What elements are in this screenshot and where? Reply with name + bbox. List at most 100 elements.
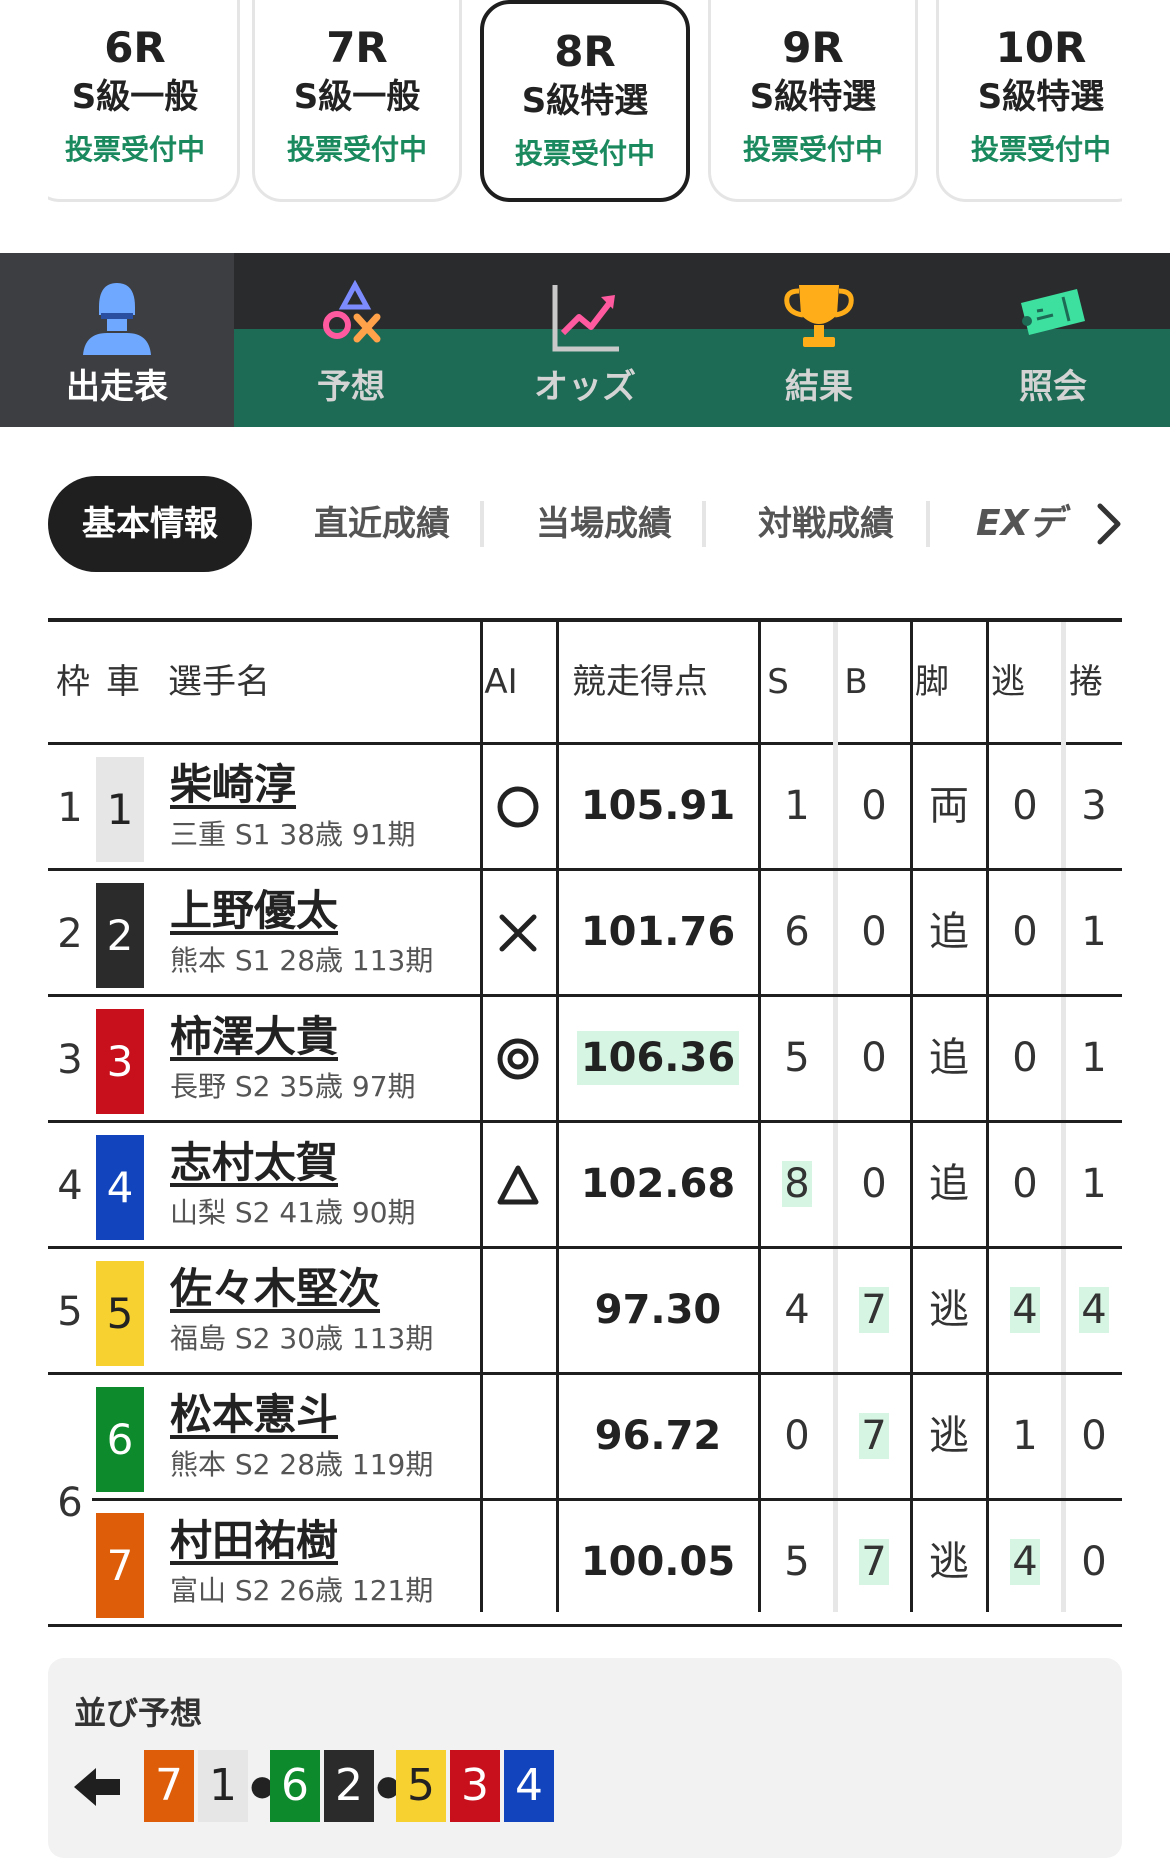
table-row[interactable]: 5 5 佐々木堅次 福島 S2 30歳 113期 97.30 4 7 逃 4 4 <box>48 1249 1122 1375</box>
line-car-box: 7 <box>144 1750 194 1822</box>
score-value: 102.68 <box>580 1161 736 1207</box>
race-tab-7r[interactable]: 7R S級一般 投票受付中 <box>252 0 462 202</box>
tab-head-to-head[interactable]: 対戦成績 <box>728 476 924 572</box>
stat-nige: 1 <box>1012 1413 1038 1459</box>
table-row[interactable]: 1 1 柴崎淳 三重 S1 38歳 91期 105.91 1 0 両 0 3 <box>48 745 1122 871</box>
race-class: S級特選 <box>521 81 649 121</box>
stat-makuri: 3 <box>1081 783 1107 829</box>
table-row[interactable]: 4 4 志村太賀 山梨 S2 41歳 90期 102.68 8 0 追 0 1 <box>48 1123 1122 1249</box>
line-separator-dot: ● <box>250 1769 275 1802</box>
nav-item-results[interactable]: 結果 <box>702 253 936 427</box>
nav-item-inquiry[interactable]: 照会 <box>936 253 1170 427</box>
header-b: B <box>844 662 868 702</box>
race-number: 7R <box>326 23 388 72</box>
header-leg: 脚 <box>915 662 949 702</box>
score: 105.91 <box>558 745 758 868</box>
line-car-box: 5 <box>396 1750 446 1822</box>
line-prediction-panel: 並び予想 7 1 ● 6 2 ● 5 3 4 <box>48 1658 1122 1858</box>
rider-name[interactable]: 柴崎淳 <box>170 757 296 813</box>
table-row[interactable]: 7 村田祐樹 富山 S2 26歳 121期 100.05 5 7 逃 4 0 <box>48 1501 1122 1627</box>
tab-ex-data[interactable]: EXデ <box>976 476 1064 572</box>
tab-venue-results[interactable]: 当場成績 <box>506 476 702 572</box>
nav-item-odds[interactable]: オッズ <box>468 253 702 427</box>
stat-nige: 0 <box>1012 1161 1038 1207</box>
race-status: 投票受付中 <box>970 133 1111 166</box>
table-row[interactable]: 6 松本憲斗 熊本 S2 28歳 119期 96.72 0 7 逃 1 0 <box>48 1375 1122 1501</box>
score: 106.36 <box>558 997 758 1120</box>
header-nige: 逃 <box>991 662 1025 702</box>
rider-name[interactable]: 志村太賀 <box>170 1135 338 1191</box>
stat-leg: 追 <box>929 1161 969 1207</box>
race-tab-9r[interactable]: 9R S級特選 投票受付中 <box>708 0 918 202</box>
rider-name[interactable]: 村田祐樹 <box>170 1513 338 1569</box>
nav-label: 予想 <box>317 367 385 407</box>
tab-basic-info[interactable]: 基本情報 <box>48 476 252 572</box>
stat-highlight: 7 <box>859 1287 889 1333</box>
tab-recent-results[interactable]: 直近成績 <box>284 476 480 572</box>
racer-helmet-icon <box>83 283 151 355</box>
score: 97.30 <box>558 1249 758 1372</box>
stat-s: 4 <box>784 1287 810 1333</box>
header-name: 選手名 <box>168 662 270 702</box>
race-status: 投票受付中 <box>64 133 205 166</box>
stat-s: 5 <box>784 1539 810 1585</box>
race-status: 投票受付中 <box>286 133 427 166</box>
race-class: S級一般 <box>293 77 421 117</box>
header-score: 競走得点 <box>572 662 708 702</box>
header-waku: 枠 <box>56 662 90 702</box>
race-tab-6r[interactable]: 6R S級一般 投票受付中 <box>48 0 240 202</box>
stat-makuri: 0 <box>1081 1539 1107 1585</box>
nav-label: 結果 <box>785 367 853 407</box>
score: 101.76 <box>558 871 758 994</box>
header-car: 車 <box>106 662 140 702</box>
nav-item-entries[interactable]: 出走表 <box>0 253 234 427</box>
line-car-box: 6 <box>270 1750 320 1822</box>
stat-leg: 追 <box>929 1035 969 1081</box>
arrow-left-icon <box>74 1768 120 1806</box>
tab-divider <box>480 501 484 547</box>
line-car-box: 3 <box>450 1750 500 1822</box>
score: 100.05 <box>558 1501 758 1624</box>
car-number: 1 <box>96 757 144 862</box>
nav-item-prediction[interactable]: 予想 <box>234 253 468 427</box>
rider-name[interactable]: 柿澤大貴 <box>170 1009 338 1065</box>
header-makuri: 捲 <box>1069 662 1103 702</box>
race-status: 投票受付中 <box>514 137 655 170</box>
ai-double-circle-icon <box>497 1038 539 1080</box>
rider-name[interactable]: 松本憲斗 <box>170 1387 338 1443</box>
stat-b: 0 <box>861 1161 887 1207</box>
line-separator-dot: ● <box>376 1769 401 1802</box>
stat-b: 7 <box>838 1375 910 1498</box>
table-row[interactable]: 3 3 柿澤大貴 長野 S2 35歳 97期 106.36 5 0 追 0 1 <box>48 997 1122 1123</box>
tab-divider <box>702 501 706 547</box>
trophy-icon <box>784 285 854 347</box>
stat-s: 6 <box>784 909 810 955</box>
race-tab-8r[interactable]: 8R S級特選 投票受付中 <box>480 0 690 202</box>
line-car-box: 1 <box>198 1750 248 1822</box>
ai-circle-icon <box>497 786 539 828</box>
car-number: 6 <box>96 1387 144 1492</box>
race-tab-10r[interactable]: 10R S級特選 投票受付中 <box>936 0 1122 202</box>
stat-s: 8 <box>760 1123 834 1246</box>
race-number: 10R <box>995 23 1087 72</box>
score-value: 105.91 <box>580 783 736 829</box>
race-number: 6R <box>104 23 166 72</box>
race-tabs: 6R S級一般 投票受付中 7R S級一般 投票受付中 8R S級特選 投票受付… <box>48 0 1122 205</box>
chevron-right-icon[interactable] <box>1094 500 1124 548</box>
stat-highlight: 7 <box>859 1539 889 1585</box>
table-header: 枠 車 選手名 AI 競走得点 S B 脚 逃 捲 <box>48 622 1122 745</box>
rider-name[interactable]: 上野優太 <box>170 883 338 939</box>
stat-makuri: 0 <box>1081 1413 1107 1459</box>
ai-triangle-icon <box>497 1165 539 1205</box>
table-row[interactable]: 2 2 上野優太 熊本 S1 28歳 113期 101.76 6 0 追 0 1 <box>48 871 1122 997</box>
rider-info: 熊本 S2 28歳 119期 <box>170 1448 434 1481</box>
race-class: S級特選 <box>977 77 1105 117</box>
stat-highlight: 4 <box>1079 1287 1109 1333</box>
rider-info: 山梨 S2 41歳 90期 <box>170 1196 416 1229</box>
score-value: 100.05 <box>580 1539 736 1585</box>
race-class: S級特選 <box>749 77 877 117</box>
stat-s: 1 <box>784 783 810 829</box>
rider-info: 長野 S2 35歳 97期 <box>170 1070 416 1103</box>
rider-name[interactable]: 佐々木堅次 <box>170 1261 380 1317</box>
stat-makuri: 1 <box>1081 1161 1107 1207</box>
